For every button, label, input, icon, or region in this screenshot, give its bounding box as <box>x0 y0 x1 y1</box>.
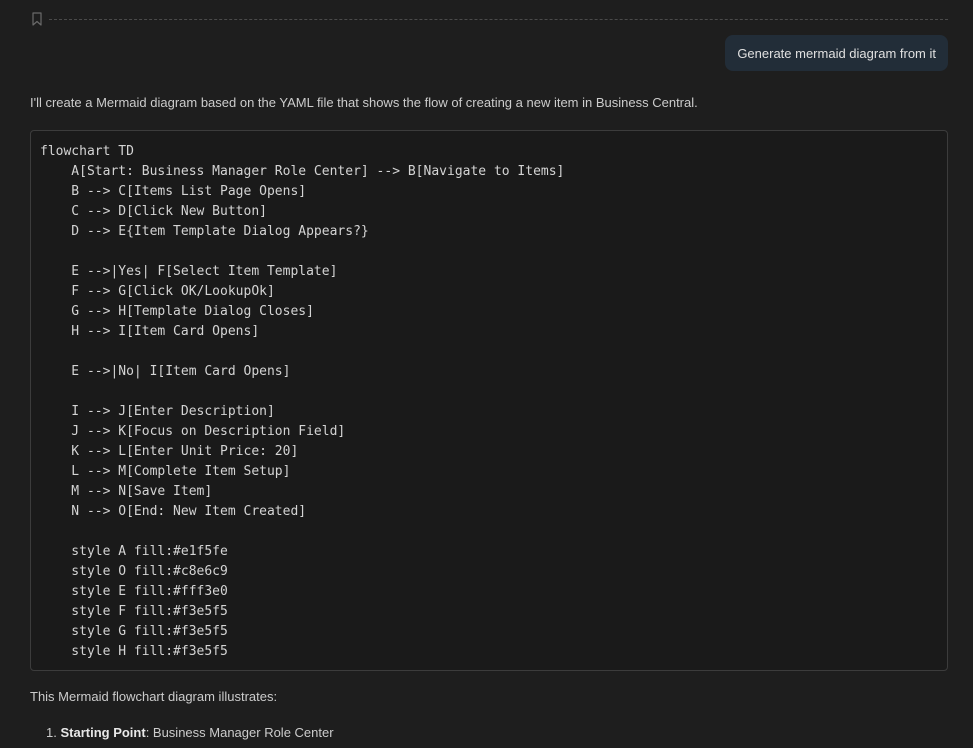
bookmark-icon[interactable] <box>31 12 43 26</box>
code-block[interactable]: flowchart TD A[Start: Business Manager R… <box>30 130 948 671</box>
code-line: style E fill:#fff3e0 <box>40 584 228 599</box>
code-line: style G fill:#f3e5f5 <box>40 624 228 639</box>
code-line: E -->|No| I[Item Card Opens] <box>40 364 291 379</box>
code-line: G --> H[Template Dialog Closes] <box>40 304 314 319</box>
list-item-text: : Business Manager Role Center <box>145 725 334 740</box>
code-line: M --> N[Save Item] <box>40 484 213 499</box>
code-line: style O fill:#c8e6c9 <box>40 564 228 579</box>
code-line: A[Start: Business Manager Role Center] -… <box>40 164 565 179</box>
code-line: flowchart TD <box>40 144 134 159</box>
code-line: L --> M[Complete Item Setup] <box>40 464 291 479</box>
code-line: I --> J[Enter Description] <box>40 404 275 419</box>
dashed-divider <box>49 18 948 20</box>
assistant-summary-text: This Mermaid flowchart diagram illustrat… <box>30 689 278 704</box>
code-line: F --> G[Click OK/LookupOk] <box>40 284 275 299</box>
user-message-bubble: Generate mermaid diagram from it <box>725 35 948 71</box>
list-item-title: Starting Point <box>60 725 146 740</box>
code-line: C --> D[Click New Button] <box>40 204 267 219</box>
chat-view: Generate mermaid diagram from it I'll cr… <box>0 0 973 748</box>
code-line: N --> O[End: New Item Created] <box>40 504 307 519</box>
feature-list: 1. Starting Point: Business Manager Role… <box>30 725 334 740</box>
code-line: style A fill:#e1f5fe <box>40 544 228 559</box>
code-line: J --> K[Focus on Description Field] <box>40 424 346 439</box>
code-line: E -->|Yes| F[Select Item Template] <box>40 264 338 279</box>
message-divider <box>31 12 948 26</box>
assistant-intro-text: I'll create a Mermaid diagram based on t… <box>30 95 698 110</box>
list-item: 1. Starting Point: Business Manager Role… <box>46 725 334 740</box>
code-line: B --> C[Items List Page Opens] <box>40 184 307 199</box>
code-line: H --> I[Item Card Opens] <box>40 324 260 339</box>
code-line: D --> E{Item Template Dialog Appears?} <box>40 224 369 239</box>
user-message-text: Generate mermaid diagram from it <box>737 45 936 61</box>
code-line: style F fill:#f3e5f5 <box>40 604 228 619</box>
code-line: style H fill:#f3e5f5 <box>40 644 228 659</box>
code-line: K --> L[Enter Unit Price: 20] <box>40 444 299 459</box>
